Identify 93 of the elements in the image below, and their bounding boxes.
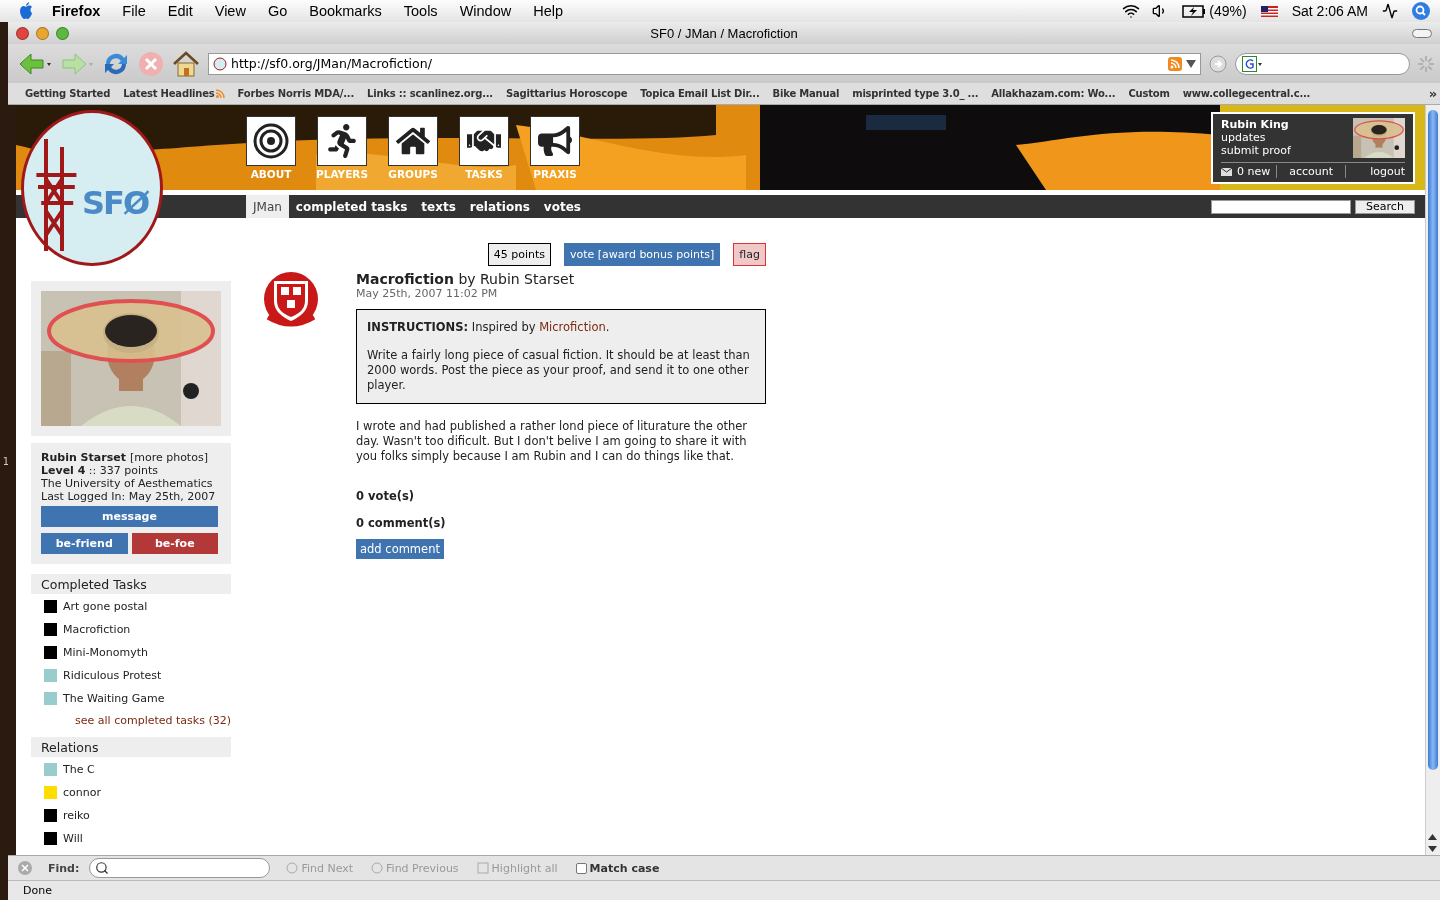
vote-count: 0 vote(s) <box>356 489 416 503</box>
bookmark[interactable]: misprinted type 3.0_ ... <box>852 88 979 99</box>
menu-item[interactable]: Tools <box>403 3 438 19</box>
task-link[interactable]: Mini-Monomyth <box>44 646 231 659</box>
wifi-icon[interactable] <box>1122 2 1141 20</box>
site-icon <box>213 56 227 71</box>
tab[interactable]: relations <box>462 195 537 218</box>
bookmark[interactable]: Custom <box>1128 88 1170 99</box>
player-level: Level 4 :: 337 points <box>41 464 160 477</box>
bookmark[interactable]: Topica Email List Dir... <box>640 88 760 99</box>
post-body: I wrote and had published a rather lond piece of liturature the other day. Wasn't too dificult. But I don't belive I am going to share it with you folks simply because I am Rubin and I can do things like that. <box>356 419 749 464</box>
bookmark[interactable]: Links :: scanlinez.org... <box>367 88 493 99</box>
add-comment-button[interactable]: add comment <box>356 539 444 559</box>
section-heading: Completed Tasks <box>31 574 231 594</box>
scrollbar[interactable] <box>1425 105 1440 855</box>
task-link[interactable]: Art gone postal <box>44 600 231 613</box>
search-field[interactable] <box>1235 52 1410 75</box>
bookmark[interactable]: Forbes Norris MDA/... <box>237 88 354 99</box>
relation-button[interactable]: be-friend <box>41 533 128 554</box>
menu-item[interactable]: Bookmarks <box>309 3 382 19</box>
instructions-body: Write a fairly long piece of casual fiction. It should be at least than 2000 words. Post the piece as your proof, and send it to one other player. <box>367 348 751 393</box>
search-field[interactable] <box>1211 199 1351 214</box>
instructions-text: INSTRUCTIONS: Inspired by Microfiction. <box>367 320 611 335</box>
last-login: Last Logged In: May 25th, 2007 <box>41 490 217 503</box>
relation-link[interactable]: Will <box>44 832 231 845</box>
address-field[interactable]: http://sf0.org/JMan/Macrofiction/ <box>208 52 1201 75</box>
post-date: May 25th, 2007 11:02 PM <box>356 287 499 300</box>
home-button[interactable] <box>172 49 200 78</box>
match-case-checkbox[interactable]: Match case <box>575 861 660 875</box>
tab[interactable]: completed tasks <box>288 195 415 218</box>
menu-item[interactable]: Go <box>267 3 288 19</box>
flag-button[interactable]: flag <box>733 243 766 266</box>
task-link[interactable]: Microfiction <box>539 320 606 334</box>
section-heading: Relations <box>31 737 231 757</box>
app-menu[interactable]: Firefox <box>52 3 101 19</box>
menu-item[interactable]: Edit <box>167 3 193 19</box>
zoom-button[interactable] <box>56 26 69 40</box>
bookmark[interactable]: Allakhazam.com: Wo... <box>991 88 1116 99</box>
player-school: The University of Aesthematics <box>41 477 214 490</box>
feed-icon <box>215 89 225 98</box>
bookmark[interactable]: Latest Headlines <box>123 88 225 99</box>
comment-count: 0 comment(s) <box>356 516 447 530</box>
back-button[interactable] <box>18 51 52 76</box>
status-text: Done <box>23 884 52 897</box>
task-link[interactable]: Ridiculous Protest <box>44 669 231 682</box>
more-photos-link[interactable]: [more photos] <box>129 451 208 464</box>
player-name[interactable]: Rubin Starset <box>41 451 126 464</box>
close-icon[interactable] <box>18 861 32 875</box>
scroll-up-icon[interactable] <box>1426 831 1439 843</box>
window-title: SF0 / JMan / Macrofiction <box>649 25 799 41</box>
bookmark[interactable]: www.collegecentral.c... <box>1182 88 1311 99</box>
search-button[interactable]: Search <box>1355 199 1415 214</box>
desktop-text: 1 <box>2 455 10 467</box>
bookmark[interactable]: Getting Started <box>25 88 111 99</box>
task-link[interactable]: Macrofiction <box>44 623 231 636</box>
message-button[interactable]: message <box>41 506 218 527</box>
menu-item[interactable]: Help <box>533 3 564 19</box>
relation-link[interactable]: reiko <box>44 809 231 822</box>
flag-icon[interactable] <box>1260 5 1278 17</box>
relation-link[interactable]: connor <box>44 786 231 799</box>
find-field[interactable] <box>89 858 271 878</box>
toolbar-toggle-button[interactable] <box>1412 28 1432 38</box>
tab[interactable]: votes <box>536 195 588 218</box>
close-button[interactable] <box>16 26 29 40</box>
search-icon <box>95 861 110 875</box>
post-title: Macrofiction by Rubin Starset <box>356 271 576 287</box>
relation-button[interactable]: be-foe <box>131 533 218 554</box>
spinner-icon <box>1418 55 1434 72</box>
apple-icon[interactable] <box>18 2 34 20</box>
menu-item[interactable]: Window <box>459 3 512 19</box>
battery-icon[interactable] <box>1182 4 1207 18</box>
task-link[interactable]: The Waiting Game <box>44 692 231 705</box>
relation-link[interactable]: The C <box>44 763 231 776</box>
tab[interactable]: JMan <box>246 195 289 218</box>
more-bookmarks-button[interactable]: » <box>1428 86 1440 101</box>
bookmark[interactable]: Bike Manual <box>772 88 840 99</box>
scroll-thumb[interactable] <box>1428 110 1438 770</box>
find-label: Find: <box>48 861 80 875</box>
minimize-button[interactable] <box>36 26 49 40</box>
tab[interactable]: texts <box>414 195 463 218</box>
go-button[interactable] <box>1209 54 1227 73</box>
see-all-link[interactable]: see all completed tasks (32) <box>75 714 231 727</box>
menu-item[interactable]: View <box>214 3 246 19</box>
clock[interactable]: Sat 2:06 AM <box>1291 3 1368 19</box>
bookmark[interactable]: Sagittarius Horoscope <box>505 88 628 99</box>
points-badge: 45 points <box>487 243 551 266</box>
menu-item[interactable]: File <box>122 3 146 19</box>
vote-button[interactable]: vote [award bonus points] <box>564 243 721 266</box>
dropdown-icon[interactable] <box>1186 59 1196 68</box>
battery-percent: (49%) <box>1209 3 1247 19</box>
search-engine-icon[interactable] <box>1242 55 1262 72</box>
search-icon[interactable] <box>1412 2 1430 20</box>
highlight-icon <box>476 862 489 874</box>
